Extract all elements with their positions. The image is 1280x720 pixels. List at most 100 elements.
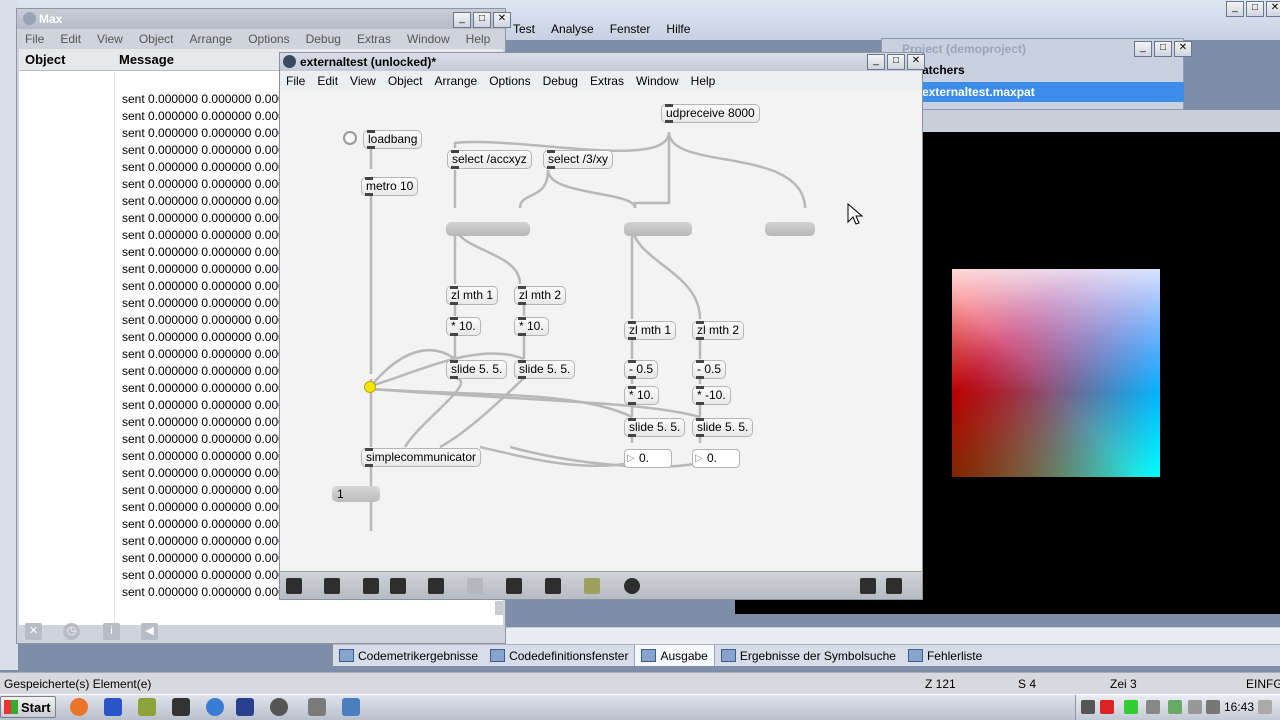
lock-icon[interactable] (286, 578, 302, 594)
empty-object-1[interactable] (446, 222, 530, 236)
back-icon[interactable]: ◀ (141, 623, 158, 640)
menu-object[interactable]: Object (131, 29, 182, 49)
ide-menu-hilfe[interactable]: Hilfe (658, 20, 698, 38)
empty-object-3[interactable] (765, 222, 815, 236)
project-selected-item[interactable]: externaltest.maxpat (922, 82, 1184, 102)
tab-codedefinition[interactable]: Codedefinitionsfenster (484, 645, 634, 666)
edit-icon[interactable] (428, 578, 444, 594)
number-box-1[interactable]: 0. (624, 449, 672, 468)
object-mul-2a[interactable]: * 10. (514, 317, 549, 336)
object-select-3xy[interactable]: select /3/xy (543, 150, 614, 169)
menu-extras[interactable]: Extras (584, 71, 630, 91)
extras-icon[interactable] (584, 578, 600, 594)
split-right-icon[interactable] (886, 578, 902, 594)
clock-icon[interactable]: ◷ (63, 623, 80, 640)
object-udpreceive[interactable]: udpreceive 8000 (661, 104, 760, 123)
clear-icon[interactable]: ✕ (25, 623, 42, 640)
calculator-icon[interactable] (308, 698, 326, 716)
start-button[interactable]: Start (0, 696, 56, 718)
object-slide-1b[interactable]: slide 5. 5. (624, 418, 686, 437)
ie-icon[interactable] (206, 698, 224, 716)
menu-debug[interactable]: Debug (537, 71, 584, 91)
object-sub-2[interactable]: - 0.5 (692, 360, 727, 379)
maximize-icon[interactable]: □ (887, 54, 905, 70)
tab-codemetrik[interactable]: Codemetrikergebnisse (333, 645, 484, 666)
empty-object-2[interactable] (624, 222, 692, 236)
menu-help[interactable]: Help (685, 71, 722, 91)
menu-file[interactable]: File (17, 29, 52, 49)
maximize-icon[interactable]: □ (473, 12, 491, 28)
delete-icon[interactable] (390, 578, 406, 594)
tool-icon[interactable] (138, 698, 156, 716)
tab-fehlerliste[interactable]: Fehlerliste (902, 645, 988, 666)
patcher-canvas[interactable]: udpreceive 8000 loadbang select /accxyz … (280, 91, 922, 571)
volume-icon[interactable] (1206, 700, 1220, 714)
grid-icon[interactable] (545, 578, 561, 594)
menu-edit[interactable]: Edit (52, 29, 89, 49)
object-zl-mth-2a[interactable]: zl mth 2 (514, 286, 567, 305)
red-arrow-icon[interactable] (1100, 700, 1114, 714)
menu-arrange[interactable]: Arrange (429, 71, 484, 91)
menu-arrange[interactable]: Arrange (182, 29, 241, 49)
network-icon[interactable] (1188, 700, 1202, 714)
toggle-indicator[interactable] (364, 381, 376, 393)
minimize-icon[interactable]: _ (453, 12, 471, 28)
object-mul-1a[interactable]: * 10. (446, 317, 481, 336)
tab-symbolsuche[interactable]: Ergebnisse der Symbolsuche (715, 645, 902, 666)
column-object-header[interactable]: Object (25, 52, 65, 67)
object-zl-mth-1b[interactable]: zl mth 1 (624, 321, 677, 340)
firefox-icon[interactable] (70, 698, 88, 716)
presentation-icon[interactable] (324, 578, 340, 594)
menu-options[interactable]: Options (240, 29, 297, 49)
object-mul-1b[interactable]: * 10. (624, 386, 659, 405)
object-slide-2b[interactable]: slide 5. 5. (692, 418, 754, 437)
close-icon[interactable]: ✕ (493, 12, 511, 28)
object-slide-2a[interactable]: slide 5. 5. (514, 360, 576, 379)
close-icon[interactable]: ✕ (907, 54, 925, 70)
menu-extras[interactable]: Extras (349, 29, 399, 49)
infinity-icon[interactable] (236, 698, 254, 716)
object-select-accxyz[interactable]: select /accxyz (447, 150, 532, 169)
object-mul-2b[interactable]: * -10. (692, 386, 731, 405)
menu-debug[interactable]: Debug (298, 29, 349, 49)
menu-view[interactable]: View (89, 29, 131, 49)
ide-menu-analyse[interactable]: Analyse (543, 20, 602, 38)
object-slide-1a[interactable]: slide 5. 5. (446, 360, 508, 379)
plug-icon[interactable] (1146, 700, 1160, 714)
menu-file[interactable]: File (280, 71, 311, 91)
window-icon[interactable] (342, 698, 360, 716)
object-loadbang[interactable]: loadbang (363, 130, 423, 149)
target-icon[interactable] (624, 578, 640, 594)
object-metro[interactable]: metro 10 (361, 177, 419, 196)
menu-window[interactable]: Window (399, 29, 458, 49)
maximize-icon[interactable]: □ (1154, 41, 1172, 57)
close-icon[interactable]: ✕ (1266, 1, 1280, 17)
number-box-2[interactable]: 0. (692, 449, 740, 468)
console-scrollbar-thumb[interactable] (495, 601, 503, 615)
green-icon[interactable] (1124, 700, 1138, 714)
menu-edit[interactable]: Edit (311, 71, 344, 91)
arrow-up-icon[interactable] (1081, 700, 1095, 714)
tab-ausgabe[interactable]: Ausgabe (634, 645, 715, 666)
minimize-icon[interactable]: _ (1226, 1, 1244, 17)
message-box[interactable]: 1 (332, 486, 380, 502)
ide-menu-fenster[interactable]: Fenster (602, 20, 659, 38)
signal-icon[interactable] (1168, 700, 1182, 714)
object-simplecommunicator[interactable]: simplecommunicator (361, 448, 482, 467)
split-left-icon[interactable] (860, 578, 876, 594)
menu-window[interactable]: Window (630, 71, 685, 91)
object-sub-1[interactable]: - 0.5 (624, 360, 659, 379)
connect-icon[interactable] (506, 578, 522, 594)
maximize-icon[interactable]: □ (1246, 1, 1264, 17)
menu-help[interactable]: Help (458, 29, 499, 49)
show-desktop-icon[interactable] (1258, 700, 1272, 714)
bang-button[interactable] (343, 131, 357, 145)
info-icon[interactable] (467, 578, 483, 594)
menu-view[interactable]: View (344, 71, 382, 91)
minimize-icon[interactable]: _ (867, 54, 885, 70)
object-zl-mth-1a[interactable]: zl mth 1 (446, 286, 499, 305)
shield-icon[interactable] (172, 698, 190, 716)
save-icon[interactable] (104, 698, 122, 716)
menu-options[interactable]: Options (483, 71, 536, 91)
menu-object[interactable]: Object (382, 71, 429, 91)
